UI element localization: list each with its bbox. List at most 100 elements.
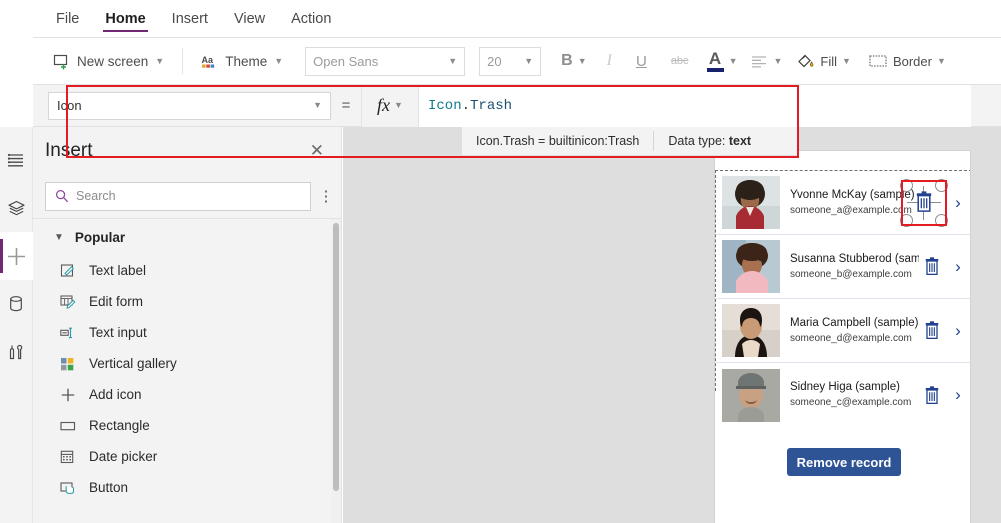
selection-highlight [901, 180, 947, 226]
contact-email: someone_a@example.com [790, 204, 912, 216]
border-label: Border [892, 53, 932, 69]
tab-action[interactable]: Action [280, 2, 342, 35]
item-label: Add icon [89, 387, 142, 402]
new-screen-button[interactable]: New screen ▼ [43, 48, 174, 75]
item-label: Edit form [89, 294, 144, 309]
underline-icon: U [635, 52, 647, 70]
vertical-gallery[interactable]: Yvonne McKay (sample) someone_a@example.… [715, 170, 970, 427]
selected-trash-icon-control[interactable] [900, 179, 948, 227]
theme-label: Theme [225, 53, 268, 69]
vertical-gallery-icon [59, 355, 76, 372]
app-screen: Yvonne McKay (sample) someone_a@example.… [714, 150, 971, 523]
rail-item-tree-view[interactable] [0, 136, 33, 184]
fill-button[interactable]: Fill ▼ [790, 48, 857, 74]
insert-panel-title: Insert [45, 139, 93, 161]
formula-token-dot: . [461, 97, 471, 114]
gallery-row[interactable]: Maria Campbell (sample) someone_d@exampl… [716, 299, 970, 363]
strikethrough-button[interactable]: abc [659, 51, 701, 71]
delete-record-icon[interactable] [919, 257, 945, 276]
chevron-down-icon: ▼ [524, 55, 534, 66]
search-box[interactable] [45, 181, 311, 211]
chevron-down-icon: ▼ [773, 55, 783, 66]
italic-button[interactable]: I [595, 48, 624, 74]
layers-icon [7, 200, 26, 217]
tab-view[interactable]: View [223, 2, 276, 35]
insert-item-add-icon[interactable]: Add icon [33, 379, 341, 410]
rail-item-advanced-tools[interactable] [0, 328, 33, 376]
rail-item-insert[interactable] [0, 232, 33, 280]
chevron-down-icon: ▼ [274, 55, 284, 66]
add-icon [59, 386, 76, 403]
font-size-select[interactable]: 20 ▼ [479, 46, 542, 76]
insert-item-edit-form[interactable]: Edit form [33, 286, 341, 317]
search-icon [55, 189, 69, 203]
insert-item-text-label[interactable]: Text label [33, 255, 341, 286]
property-select[interactable]: Icon ▼ [48, 91, 331, 120]
next-arrow-icon[interactable]: › [945, 385, 970, 405]
next-arrow-icon[interactable]: › [945, 321, 970, 341]
more-options-icon[interactable]: ⋮ [317, 187, 335, 205]
intellisense-datatype: Data type: text [668, 134, 752, 148]
canvas-area: Yvonne McKay (sample) someone_a@example.… [343, 127, 1001, 523]
formula-token-object: Icon [428, 97, 462, 114]
gallery-row[interactable]: Sidney Higa (sample) someone_c@example.c… [716, 363, 970, 427]
insert-item-date-picker[interactable]: Date picker [33, 441, 341, 472]
font-family-select[interactable]: Open Sans ▼ [305, 46, 466, 76]
ribbon-tab-bar: File Home Insert View Action [33, 0, 1001, 38]
text-input-icon [59, 324, 76, 341]
gallery-row[interactable]: Susanna Stubberod (sample) someone_b@exa… [716, 235, 970, 299]
fx-button[interactable]: fx ▼ [361, 84, 419, 127]
rail-item-layers[interactable] [0, 184, 33, 232]
border-button[interactable]: Border ▼ [863, 50, 952, 73]
add-icon [6, 246, 27, 267]
database-icon [8, 295, 24, 313]
search-input[interactable] [76, 189, 301, 203]
contact-email: someone_d@example.com [790, 332, 912, 344]
gallery-row-text: Susanna Stubberod (sample) someone_b@exa… [780, 252, 919, 281]
delete-record-icon[interactable] [919, 385, 945, 405]
next-arrow-icon[interactable]: › [945, 257, 970, 277]
panel-scrollbar-thumb[interactable] [333, 223, 339, 491]
remove-record-button[interactable]: Remove record [787, 448, 901, 476]
chevron-down-icon: ▼ [577, 55, 587, 66]
strikethrough-icon: abc [670, 55, 689, 67]
delete-record-icon[interactable] [919, 321, 945, 340]
contact-name: Maria Campbell (sample) [790, 316, 919, 329]
bold-button[interactable]: B ▼ [553, 48, 594, 74]
item-label: Vertical gallery [89, 356, 177, 371]
font-size-value: 20 [487, 53, 502, 69]
intellisense-tooltip: Icon.Trash = builtinicon:Trash Data type… [461, 127, 799, 156]
chevron-down-icon: ▼ [394, 100, 403, 110]
insert-item-rectangle[interactable]: Rectangle [33, 410, 341, 441]
ribbon-command-bar: New screen ▼ Aa Theme ▼ Open Sans ▼ 20 ▼ [33, 38, 1001, 85]
close-icon[interactable]: ✕ [310, 142, 324, 159]
gallery-row[interactable]: Yvonne McKay (sample) someone_a@example.… [716, 171, 970, 235]
italic-icon: I [606, 52, 612, 69]
tab-home[interactable]: Home [94, 2, 156, 35]
align-button[interactable]: ▼ [743, 51, 790, 72]
powerapps-studio: File Home Insert View Action New screen … [0, 0, 1001, 523]
rectangle-icon [59, 417, 76, 434]
item-label: Rectangle [89, 418, 150, 433]
rail-item-data[interactable] [0, 280, 33, 328]
fx-icon: fx [377, 95, 391, 115]
contact-name: Yvonne McKay (sample) [790, 188, 915, 201]
insert-item-text-input[interactable]: Text input [33, 317, 341, 348]
group-header-popular[interactable]: ▼ Popular [33, 219, 341, 255]
underline-button[interactable]: U [624, 49, 659, 74]
tab-insert[interactable]: Insert [161, 2, 219, 35]
tab-file[interactable]: File [45, 2, 90, 35]
gallery-row-text: Yvonne McKay (sample) someone_a@example.… [780, 188, 919, 217]
insert-item-vertical-gallery[interactable]: Vertical gallery [33, 348, 341, 379]
insert-item-button[interactable]: Button [33, 472, 341, 503]
theme-button[interactable]: Aa Theme ▼ [191, 48, 293, 75]
intellisense-expression: Icon.Trash = builtinicon:Trash [476, 134, 640, 148]
formula-input[interactable]: Icon. Trash [419, 84, 1001, 127]
contact-email: someone_b@example.com [790, 268, 912, 280]
next-arrow-icon[interactable]: › [945, 193, 970, 213]
item-label: Text label [89, 263, 147, 278]
studio-body: Insert ✕ ⋮ [0, 127, 1001, 523]
avatar [722, 368, 780, 422]
font-color-button[interactable]: A ▼ [701, 46, 744, 76]
new-screen-label: New screen [77, 53, 149, 69]
